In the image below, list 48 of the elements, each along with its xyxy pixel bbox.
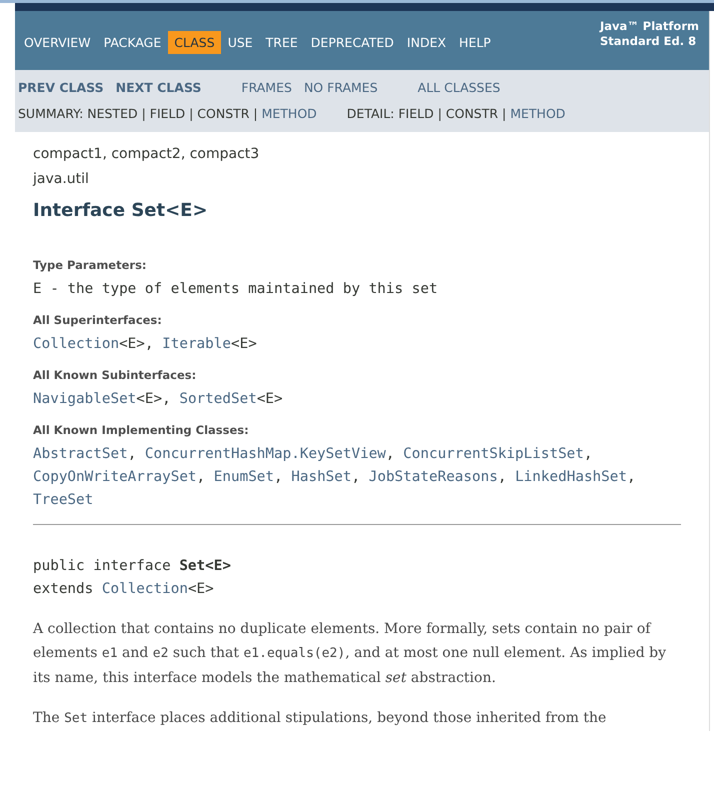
nav-tab[interactable]: OVERVIEW: [18, 31, 97, 54]
type-list: AbstractSet, ConcurrentHashMap.KeySetView, ConcurrentSkipListSet, CopyOnWriteArraySet, EnumSet, HashSet, JobStateReasons, LinkedHashSet, TreeSet: [33, 443, 691, 512]
nav-tab[interactable]: CLASS: [168, 31, 221, 54]
nav-link[interactable]: NEXT CLASS: [116, 80, 202, 94]
description-paragraph: The Set interface places additional stipulations, beyond those inherited from the: [33, 709, 608, 728]
type-link[interactable]: CopyOnWriteArraySet: [33, 469, 197, 485]
type-link[interactable]: TreeSet: [33, 492, 94, 508]
nav-link[interactable]: METHOD: [262, 106, 317, 120]
platform-label: Standard Ed. 8: [600, 34, 698, 49]
extends-text: extends Collection<E>: [33, 580, 215, 599]
profiles-label: compact1, compact2, compact3: [33, 145, 260, 164]
type-link[interactable]: AbstractSet: [33, 446, 128, 462]
type-list: NavigableSet<E>, SortedSet<E>: [33, 388, 691, 411]
type-link[interactable]: Collection: [102, 581, 188, 597]
nav-link[interactable]: PREV CLASS: [18, 80, 104, 94]
page-title: Interface Set<E>: [33, 199, 209, 223]
nav-tab[interactable]: TREE: [260, 31, 304, 54]
section-heading: All Known Implementing Classes:: [33, 423, 250, 437]
nav-link[interactable]: NO FRAMES: [304, 80, 378, 94]
type-link[interactable]: SortedSet: [179, 391, 257, 407]
nav-tab[interactable]: DEPRECATED: [304, 31, 400, 54]
type-link[interactable]: EnumSet: [214, 469, 274, 485]
type-link[interactable]: HashSet: [291, 469, 352, 485]
section-heading: All Known Subinterfaces:: [33, 368, 198, 382]
description-paragraph: A collection that contains no duplicate elements. More formally, sets contain no pair of elements e1 and e2 such that e1.equals(e2), and at most one null element. As implied by its name, this interface models the mathematical set abstraction.: [33, 620, 668, 688]
type-list: E - the type of elements maintained by this set: [33, 278, 691, 301]
nav-tab[interactable]: HELP: [453, 31, 497, 54]
nav-tab[interactable]: USE: [222, 31, 259, 54]
platform-label: Java™ Platform: [600, 19, 699, 34]
type-list: Collection<E>, Iterable<E>: [33, 333, 691, 356]
nav-tab[interactable]: PACKAGE: [98, 31, 168, 54]
summary-label: SUMMARY: NESTED | FIELD | CONSTR |: [18, 106, 259, 120]
nav-link[interactable]: FRAMES: [241, 80, 292, 94]
declaration-text: public interface Set<E>: [33, 557, 232, 576]
nav-tab[interactable]: INDEX: [400, 31, 452, 54]
type-link[interactable]: LinkedHashSet: [515, 469, 627, 485]
section-heading: All Superinterfaces:: [33, 313, 163, 327]
type-link[interactable]: Iterable: [162, 336, 231, 352]
type-link[interactable]: NavigableSet: [33, 391, 136, 407]
type-link[interactable]: Collection: [33, 336, 120, 352]
type-link[interactable]: ConcurrentHashMap.KeySetView: [144, 446, 386, 462]
summary-label: DETAIL: FIELD | CONSTR |: [346, 106, 508, 120]
nav-link[interactable]: METHOD: [510, 106, 566, 120]
type-link[interactable]: JobStateReasons: [368, 469, 498, 485]
section-heading: Type Parameters:: [33, 258, 148, 272]
nav-link[interactable]: ALL CLASSES: [418, 80, 500, 94]
package-label: java.util: [33, 170, 90, 189]
type-link[interactable]: ConcurrentSkipListSet: [403, 446, 584, 462]
